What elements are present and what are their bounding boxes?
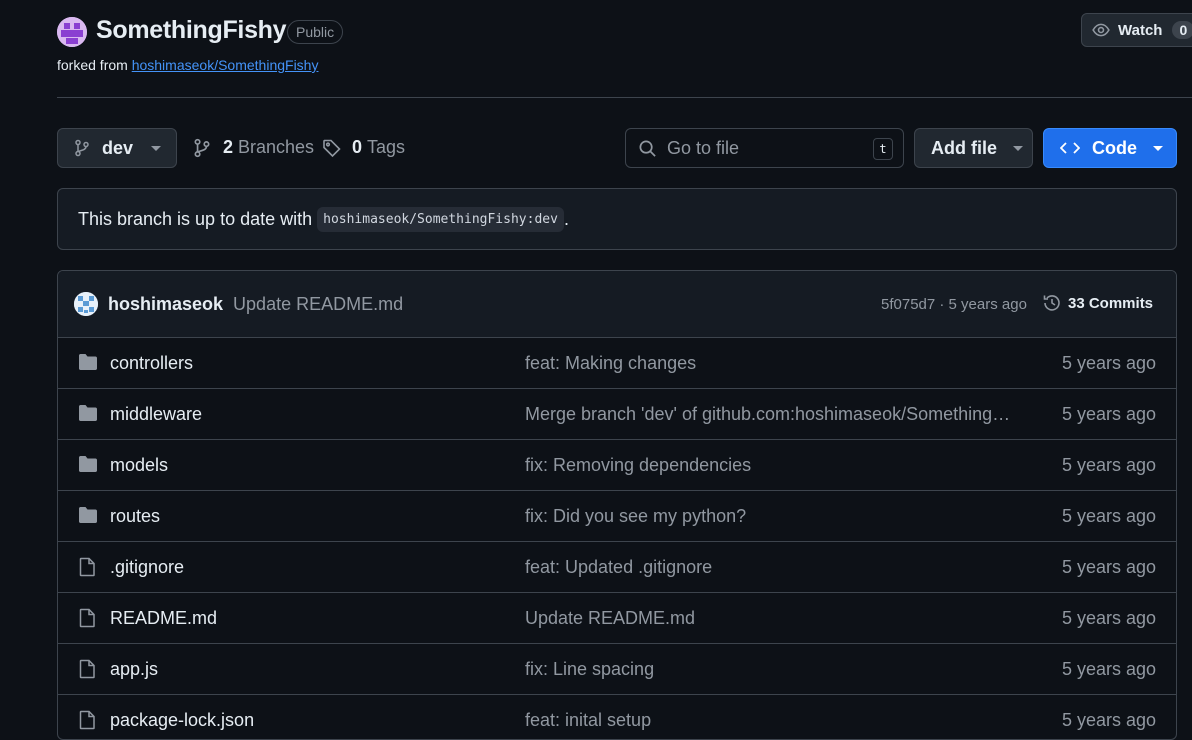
table-row[interactable]: controllers feat: Making changes 5 years a… <box>58 338 1176 389</box>
chevron-down-icon <box>1153 145 1163 151</box>
file-name-link[interactable]: package-lock.json <box>110 710 254 731</box>
file-list: controllers feat: Making changes 5 years a… <box>58 338 1176 739</box>
file-commit-date: 5 years ago <box>1061 505 1156 526</box>
table-row[interactable]: models fix: Removing dependencies 5 years … <box>58 440 1176 491</box>
commit-message[interactable]: Update README.md <box>233 294 403 315</box>
history-icon <box>1042 293 1062 313</box>
watch-label: Watch <box>1118 21 1163 39</box>
repo-name[interactable]: SomethingFishy <box>96 16 287 45</box>
branch-selector-button[interactable]: dev <box>57 128 177 168</box>
file-commit-date: 5 years ago <box>1061 454 1156 475</box>
file-icon <box>78 608 96 633</box>
file-commit-message[interactable]: feat: Making changes <box>525 353 1015 374</box>
latest-commit-bar: hoshimaseok Update README.md 5f075d7 · 5… <box>58 271 1176 338</box>
file-name-link[interactable]: middleware <box>110 404 202 425</box>
code-label: Code <box>1092 137 1137 158</box>
file-commit-date: 5 years ago <box>1061 352 1156 373</box>
file-icon <box>78 659 96 684</box>
file-commit-message[interactable]: Update README.md <box>525 608 1015 629</box>
file-commit-message[interactable]: fix: Line spacing <box>525 659 1015 680</box>
folder-icon <box>78 404 98 427</box>
table-row[interactable]: routes fix: Did you see my python? 5 years… <box>58 491 1176 542</box>
file-icon <box>78 710 96 735</box>
file-commit-message[interactable]: fix: Removing dependencies <box>525 455 1015 476</box>
status-suffix: . <box>563 208 569 229</box>
tags-label: Tags <box>367 137 406 157</box>
table-row[interactable]: middleware Merge branch 'dev' of github.c… <box>58 389 1176 440</box>
forked-prefix: forked from <box>57 57 128 73</box>
file-name-link[interactable]: models <box>110 455 168 476</box>
branches-link[interactable]: 2 Branches <box>193 137 314 158</box>
file-name-link[interactable]: app.js <box>110 659 158 680</box>
tag-icon <box>322 138 342 158</box>
code-button[interactable]: Code <box>1043 128 1177 168</box>
status-text: This branch is up to date with <box>78 208 313 229</box>
table-row[interactable]: README.md Update README.md 5 years ago <box>58 593 1176 644</box>
file-commit-date: 5 years ago <box>1061 607 1156 628</box>
file-commit-message[interactable]: fix: Did you see my python? <box>525 506 1015 527</box>
go-to-file-input[interactable]: Go to file t <box>625 128 904 168</box>
git-branch-icon <box>193 138 211 158</box>
avatar[interactable] <box>74 292 98 316</box>
branch-status-banner: This branch is up to date with hoshimase… <box>57 188 1177 250</box>
file-commit-date: 5 years ago <box>1061 556 1156 577</box>
file-commit-message[interactable]: feat: Updated .gitignore <box>525 557 1015 578</box>
file-name-link[interactable]: routes <box>110 506 160 527</box>
branches-count: 2 <box>223 137 234 157</box>
add-file-label: Add file <box>931 137 997 158</box>
file-icon <box>78 557 96 582</box>
code-icon <box>1060 140 1080 156</box>
tags-count: 0 <box>352 137 363 157</box>
commit-sha-time[interactable]: 5f075d7 · 5 years ago <box>881 296 1027 313</box>
watch-count: 0 <box>1172 21 1192 39</box>
file-commit-message[interactable]: feat: inital setup <box>525 710 1015 731</box>
shortcut-key: t <box>873 138 893 160</box>
table-row[interactable]: .gitignore feat: Updated .gitignore 5 year… <box>58 542 1176 593</box>
forked-from-link[interactable]: hoshimaseok/SomethingFishy <box>132 57 319 73</box>
watch-button[interactable]: Watch 0 <box>1081 13 1192 47</box>
folder-icon <box>78 353 98 376</box>
tags-link[interactable]: 0 Tags <box>322 137 405 158</box>
commit-author[interactable]: hoshimaseok <box>108 294 223 315</box>
chevron-down-icon <box>1013 145 1023 151</box>
git-branch-icon <box>74 139 90 157</box>
commits-count-label: 33 Commits <box>1068 294 1154 312</box>
file-name-link[interactable]: controllers <box>110 353 193 374</box>
branches-label: Branches <box>238 137 315 157</box>
file-name-link[interactable]: README.md <box>110 608 217 629</box>
header-divider <box>57 97 1192 98</box>
file-table: hoshimaseok Update README.md 5f075d7 · 5… <box>57 270 1177 740</box>
table-row[interactable]: package-lock.json feat: inital setup 5 yea… <box>58 695 1176 739</box>
forked-from-text: forked from hoshimaseok/SomethingFishy <box>57 57 318 73</box>
file-commit-date: 5 years ago <box>1061 658 1156 679</box>
file-commit-date: 5 years ago <box>1061 709 1156 730</box>
file-name-link[interactable]: .gitignore <box>110 557 184 578</box>
chevron-down-icon <box>151 145 162 151</box>
upstream-ref: hoshimaseok/SomethingFishy:dev <box>317 206 564 232</box>
repo-owner-avatar[interactable] <box>57 17 87 47</box>
eye-icon <box>1092 21 1110 39</box>
visibility-badge: Public <box>287 20 344 44</box>
folder-icon <box>78 506 98 529</box>
table-row[interactable]: app.js fix: Line spacing 5 years ago <box>58 644 1176 695</box>
file-commit-message[interactable]: Merge branch 'dev' of github.com:hoshima… <box>525 404 1015 425</box>
file-commit-date: 5 years ago <box>1061 403 1156 424</box>
branch-name: dev <box>102 137 134 158</box>
search-placeholder: Go to file <box>667 137 740 158</box>
add-file-button[interactable]: Add file <box>914 128 1033 168</box>
commits-history-link[interactable]: 33 Commits <box>1042 293 1153 313</box>
search-icon <box>638 139 657 158</box>
folder-icon <box>78 455 98 478</box>
